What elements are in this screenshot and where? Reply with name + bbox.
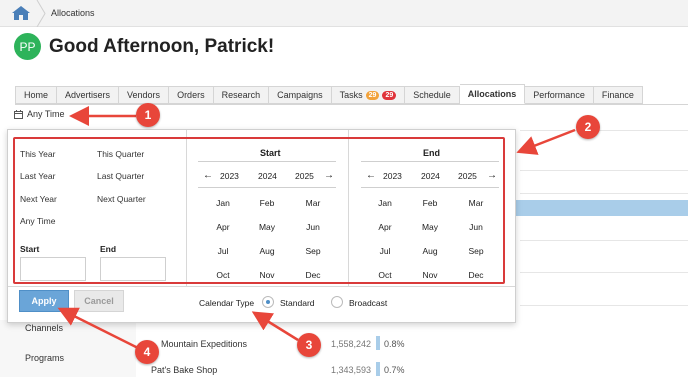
divider [520,305,688,306]
divider [520,193,688,194]
list-item-name[interactable]: Mountain Expeditions [161,339,247,349]
date-range-label: Any Time [27,109,65,119]
tab-allocations[interactable]: Allocations [459,84,526,104]
tab-label: Home [24,90,49,100]
list-item-name[interactable]: Pat's Bake Shop [151,365,217,375]
main-tabs: Home Advertisers Vendors Orders Research… [15,84,643,104]
sidebar-item-channels[interactable]: Channels [25,323,63,333]
calendar-type-broadcast-radio[interactable] [331,296,343,308]
tasks-badge-overdue: 29 [382,90,397,100]
list-item-bar [376,362,380,376]
divider [8,286,515,287]
tab-schedule[interactable]: Schedule [405,86,460,104]
cancel-button[interactable]: Cancel [74,290,124,312]
tab-label: Vendors [127,90,161,100]
calendar-type-standard-radio[interactable] [262,296,274,308]
tab-label: Allocations [467,89,517,99]
tab-home[interactable]: Home [15,86,58,104]
tab-label: Orders [177,90,205,100]
tab-label: Advertisers [65,90,111,100]
highlight-row [516,200,688,216]
apply-button[interactable]: Apply [19,290,69,312]
annotation-callout-3: 3 [297,333,321,357]
tab-orders[interactable]: Orders [169,86,214,104]
tab-label: Schedule [413,90,451,100]
tab-tasks[interactable]: Tasks 29 29 [331,86,406,104]
tab-label: Tasks [339,90,363,100]
sidebar-item-programs[interactable]: Programs [25,353,64,363]
tab-label: Finance [601,90,634,100]
list-item-bar [376,336,380,350]
list-item-percent: 0.8% [384,339,405,349]
tab-label: Campaigns [277,90,323,100]
calendar-type-standard-label[interactable]: Standard [280,298,315,308]
tab-label: Performance [533,90,585,100]
calendar-icon [14,109,23,119]
avatar[interactable]: PP [14,33,41,60]
tab-campaigns[interactable]: Campaigns [269,86,332,104]
top-bar: Allocations [0,0,688,27]
calendar-type-label: Calendar Type [199,298,255,308]
tab-research[interactable]: Research [213,86,270,104]
tab-vendors[interactable]: Vendors [119,86,170,104]
tab-label: Research [221,90,261,100]
calendar-type-broadcast-label[interactable]: Broadcast [349,298,387,308]
list-item-value: 1,343,593 [331,365,372,375]
divider [520,240,688,241]
annotation-callout-1: 1 [136,103,160,127]
breadcrumb-separator-icon [36,0,46,27]
divider [520,170,688,171]
sidebar [0,320,136,377]
breadcrumb-current: Allocations [51,8,95,18]
tab-advertisers[interactable]: Advertisers [57,86,120,104]
annotation-callout-4: 4 [135,340,159,364]
tab-performance[interactable]: Performance [525,86,594,104]
divider [520,272,688,273]
page-title: Good Afternoon, Patrick! [49,36,275,57]
date-range-trigger[interactable]: Any Time [14,109,65,119]
annotation-highlight-box [13,137,505,284]
annotation-callout-2: 2 [576,115,600,139]
divider [520,130,688,131]
tab-underline [15,104,688,105]
list-item-percent: 0.7% [384,365,405,375]
list-item-value: 1,558,242 [331,339,372,349]
tab-finance[interactable]: Finance [593,86,643,104]
home-icon[interactable] [10,4,32,22]
tasks-badge-pending: 29 [365,90,380,100]
